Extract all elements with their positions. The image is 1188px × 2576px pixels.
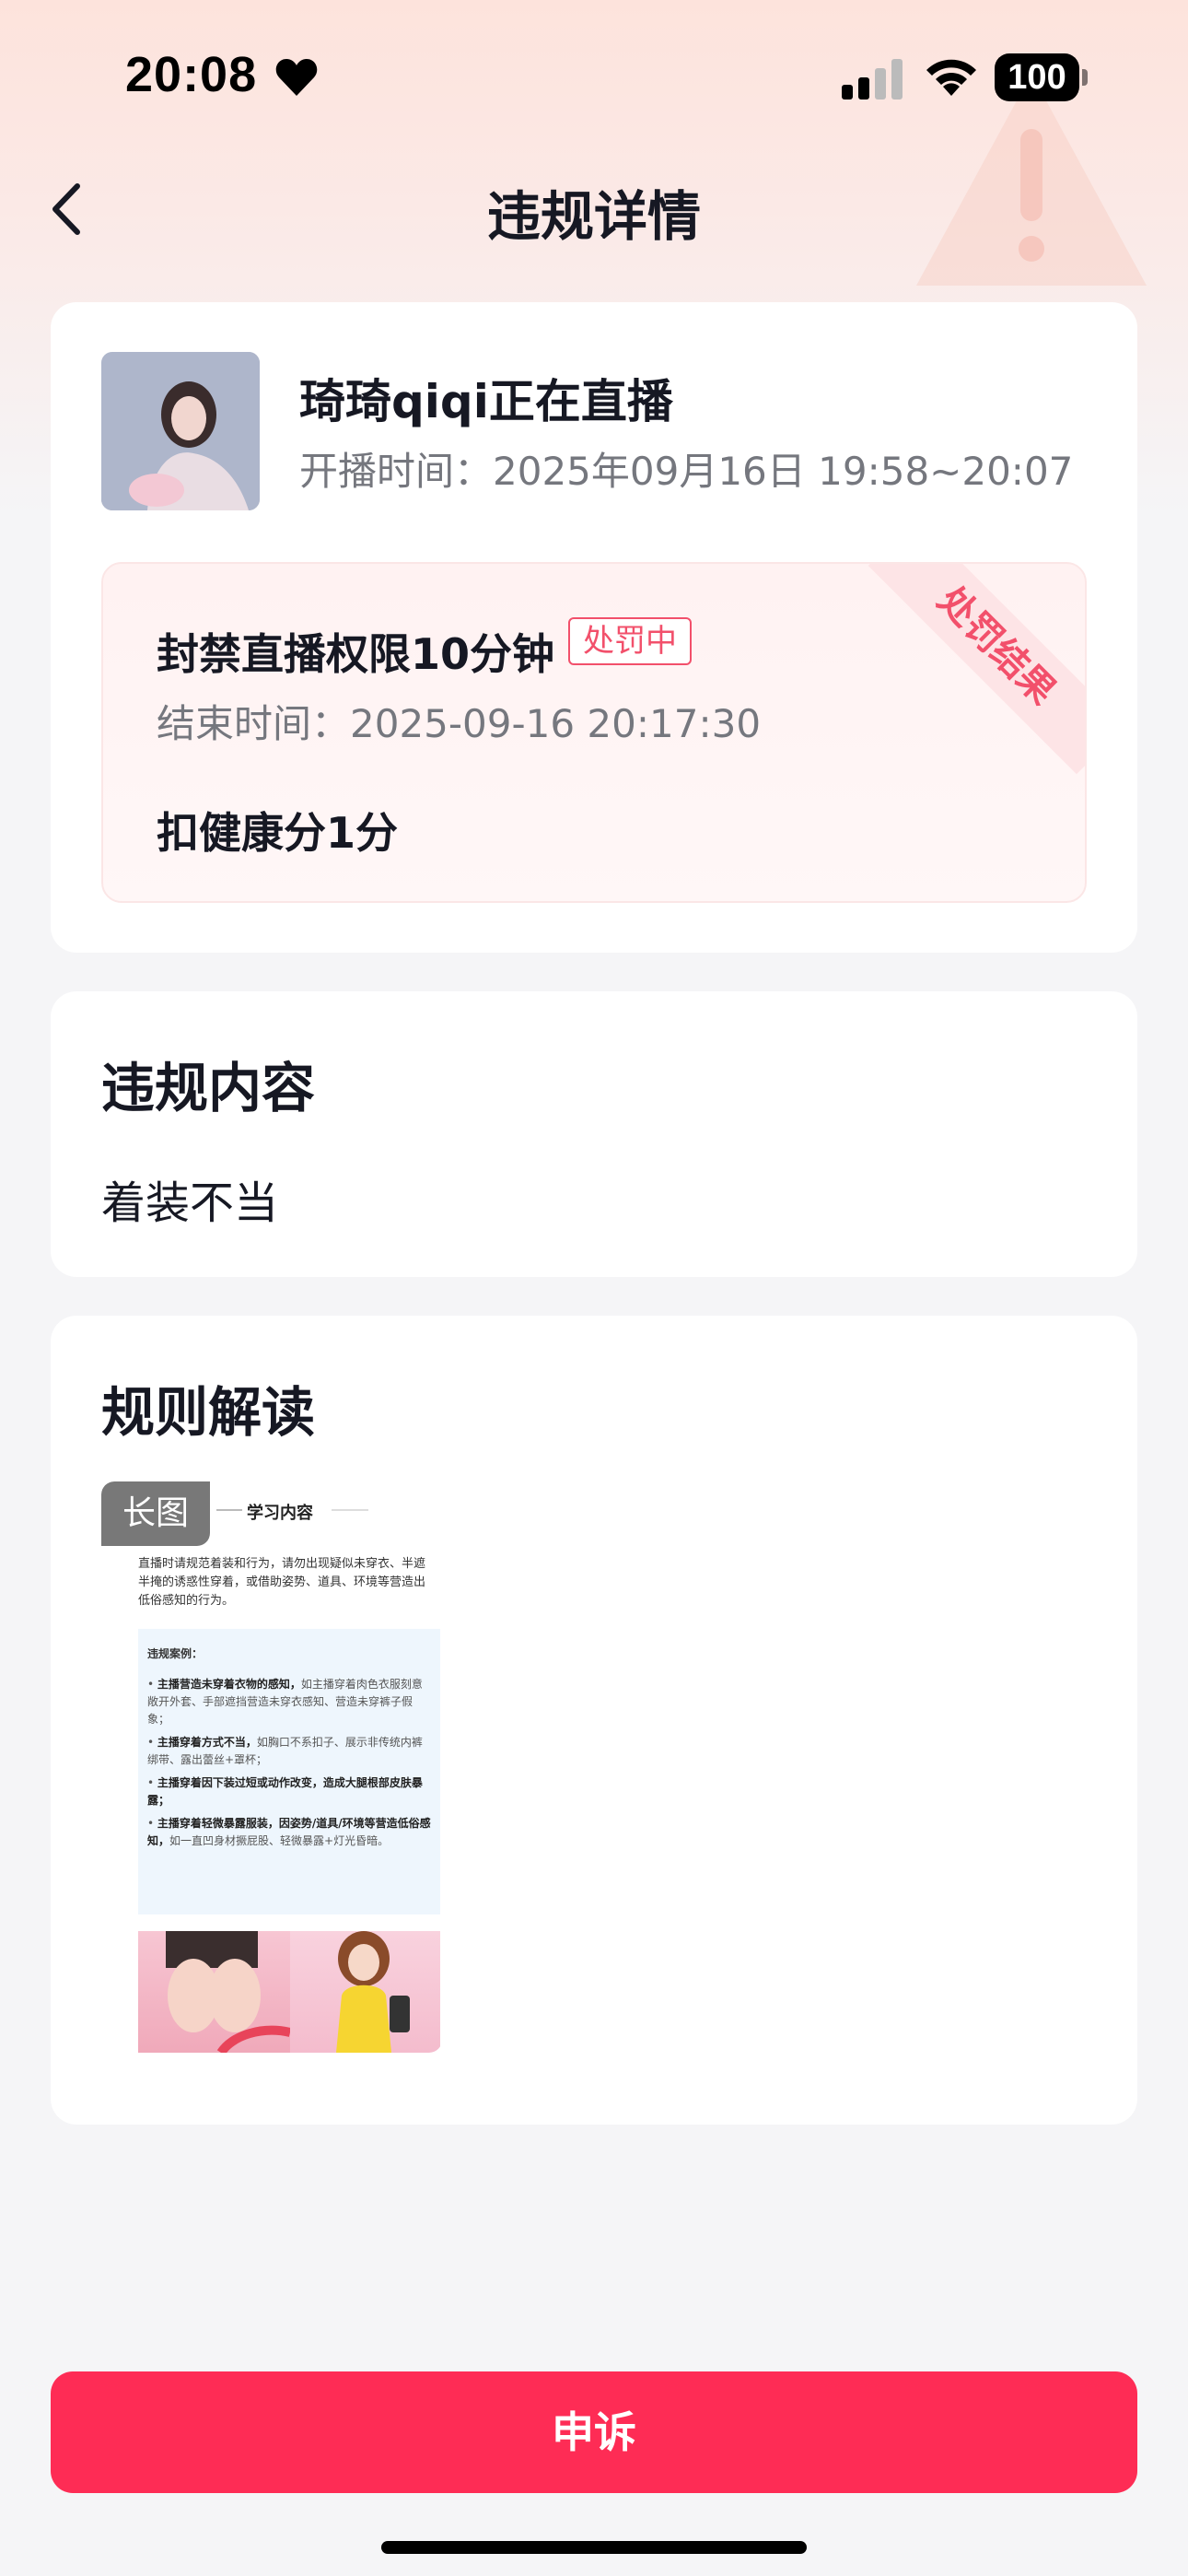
wifi-icon (926, 59, 976, 96)
penalty-end-time: 结束时间：2025-09-16 20:17:30 (157, 701, 762, 746)
streamer-title: 琦琦qiqi正在直播 (299, 375, 673, 428)
case-item: • 主播营造未穿着衣物的感知，如主播穿着肉色衣服刻意敞开外套、手部遮挡营造未穿衣… (147, 1678, 423, 1726)
rules-section-title: 规则解读 (101, 1381, 316, 1444)
penalty-title: 封禁直播权限10分钟 (157, 629, 555, 679)
case-item: • 主播穿着方式不当，如胸口不系扣子、展示非传统内裤绑带、露出蕾丝+罩杯； (147, 1736, 423, 1766)
example-illustration-1 (138, 1931, 292, 2053)
status-badge: 处罚中 (568, 617, 692, 665)
rule-interpretation-card: 规则解读 学习内容 直播时请规范着装和行为，请勿出现疑似未穿衣、半遮半掩的诱惑性… (51, 1316, 1137, 2125)
live-start-time: 开播时间：2025年09月16日 19:58~20:07 (299, 449, 1074, 494)
cases-title: 违规案例： (147, 1647, 204, 1660)
long-image-tag: 长图 (101, 1481, 210, 1546)
clock: 20:08 (125, 47, 258, 102)
battery-level: 100 (995, 53, 1079, 101)
example-illustration-2 (290, 1931, 440, 2053)
avatar-image (101, 352, 260, 510)
penalty-result-ribbon: 处罚结果 (868, 564, 1085, 775)
appeal-button[interactable]: 申诉 (51, 2371, 1137, 2493)
status-bar: 20:08 100 (0, 0, 1188, 138)
divider (332, 1509, 368, 1511)
page-title: 违规详情 (486, 185, 701, 248)
rule-long-image-thumbnail[interactable]: 学习内容 直播时请规范着装和行为，请勿出现疑似未穿衣、半遮半掩的诱惑性穿着，或借… (101, 1481, 442, 2053)
violation-section-title: 违规内容 (101, 1057, 316, 1119)
thumbnail-intro-text: 直播时请规范着装和行为，请勿出现疑似未穿衣、半遮半掩的诱惑性穿着，或借助姿势、道… (138, 1557, 426, 1608)
violation-cases-box: 违规案例： • 主播营造未穿着衣物的感知，如主播穿着肉色衣服刻意敞开外套、手部遮… (138, 1629, 440, 1914)
penalty-result-box: 处罚结果 封禁直播权限10分钟 处罚中 结束时间：2025-09-16 20:1… (101, 562, 1087, 903)
case-item: • 主播穿着轻微暴露服装，因姿势/道具/环境等营造低俗感知，如一直凹身材撅屁股、… (147, 1817, 431, 1847)
home-indicator[interactable] (381, 2541, 807, 2554)
violation-content-card: 违规内容 着装不当 (51, 991, 1137, 1277)
avatar[interactable] (101, 352, 260, 510)
case-item: • 主播穿着因下装过短或动作改变，造成大腿根部皮肤暴露； (147, 1776, 423, 1807)
health-score-deduction: 扣健康分1分 (157, 808, 399, 858)
violation-content-text: 着装不当 (101, 1177, 279, 1229)
thumbnail-heading: 学习内容 (247, 1504, 313, 1523)
battery-tip (1082, 69, 1088, 86)
battery-icon: 100 (995, 53, 1088, 101)
signal-icon (842, 59, 903, 100)
heart-icon (275, 59, 318, 96)
divider (216, 1509, 242, 1511)
navigation-bar: 违规详情 (0, 157, 1188, 258)
live-info-card: 琦琦qiqi正在直播 开播时间：2025年09月16日 19:58~20:07 … (51, 302, 1137, 953)
